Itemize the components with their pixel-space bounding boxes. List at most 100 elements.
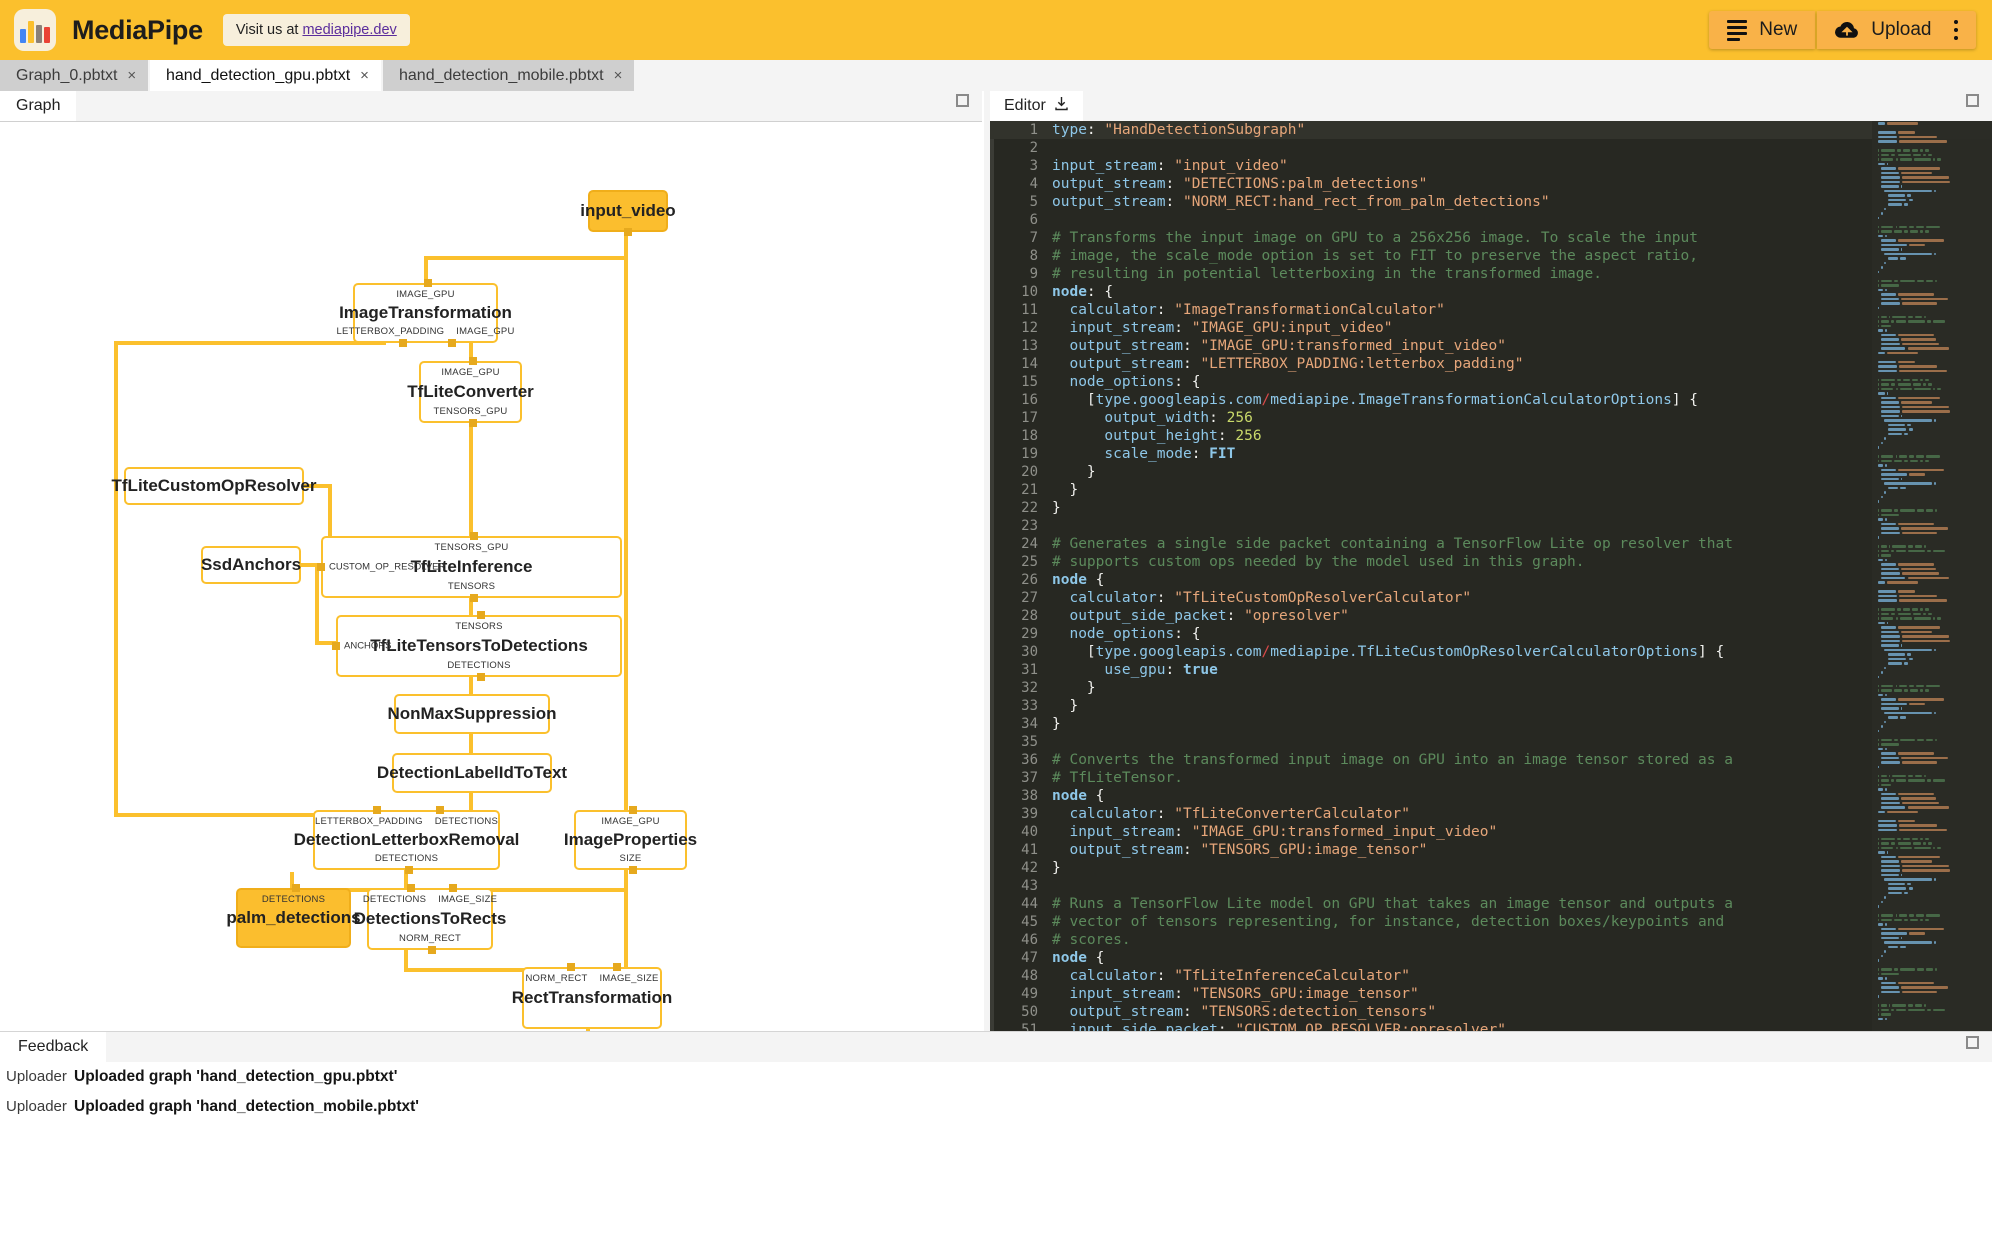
- minimap-token: [1881, 441, 1883, 445]
- new-button[interactable]: New: [1709, 11, 1816, 49]
- minimap-token: [1886, 351, 1918, 355]
- graph-node-rect_transformation[interactable]: NORM_RECT IMAGE_SIZE RectTransformation: [512, 963, 672, 1029]
- minimap-token: [1900, 644, 1903, 647]
- code-minimap[interactable]: [1872, 121, 1992, 1031]
- node-side-port-label: CUSTOM_OP_RESOLVER: [329, 561, 446, 573]
- graph-node-label: NonMaxSuppression: [387, 703, 557, 723]
- minimap-token: [1898, 365, 1937, 368]
- minimap-token: [1900, 509, 1916, 512]
- minimap-token: [1881, 315, 1887, 319]
- graph-node-tflite_tensors_to_detections[interactable]: TENSORS DETECTIONS ANCHORS TfLiteTensorsToD…: [332, 611, 622, 681]
- graph-node-ssd_anchors[interactable]: SsdAnchors: [201, 546, 301, 584]
- minimap-token: [1881, 567, 1899, 571]
- graph-node-detections_to_rects[interactable]: DETECTIONS IMAGE_SIZE NORM_RECT DetectionsT…: [354, 884, 506, 954]
- minimap-token: [1895, 158, 1899, 161]
- minimap-token: [1878, 608, 1880, 611]
- close-icon[interactable]: ×: [127, 68, 136, 83]
- minimap-token: [1898, 167, 1940, 170]
- minimap-token: [1878, 1008, 1880, 1012]
- graph-node-palm_detections[interactable]: DETECTIONS palm_detections: [226, 884, 361, 948]
- line-number: 28: [1021, 608, 1038, 624]
- graph-node-tflite_inference[interactable]: TENSORS_GPU TENSORS CUSTOM_OP_RESOLVER TfLi…: [317, 532, 622, 602]
- graph-node-detection_letterbox_removal[interactable]: LETTERBOX_PADDING DETECTIONS DETECTIONS Det…: [294, 806, 519, 874]
- tab-feedback[interactable]: Feedback: [0, 1032, 107, 1062]
- port-dot: [449, 884, 457, 892]
- code-line: 5 output_stream: "NORM_RECT:hand_rect_fro…: [990, 193, 1992, 211]
- minimap-token: [1878, 788, 1884, 791]
- graph-node-tflite_custom_op_resolver[interactable]: TfLiteCustomOpResolver: [112, 467, 317, 505]
- code-line: 2: [990, 139, 1992, 157]
- minimap-token: [1933, 320, 1946, 323]
- minimap-token: [1937, 617, 1942, 620]
- graph-node-non_max_suppression[interactable]: NonMaxSuppression: [387, 694, 557, 734]
- minimap-token: [1937, 387, 1942, 391]
- restore-square-icon[interactable]: [956, 94, 969, 107]
- code-line: 38 node {: [990, 787, 1992, 805]
- minimap-token: [1897, 153, 1911, 157]
- minimap-token: [1895, 617, 1899, 620]
- minimap-token: [1881, 774, 1887, 778]
- minimap-token: [1878, 851, 1885, 854]
- minimap-token: [1878, 599, 1897, 602]
- close-icon[interactable]: ×: [614, 68, 623, 83]
- graph-node-image_properties[interactable]: IMAGE_GPU SIZE ImageProperties: [564, 806, 697, 874]
- minimap-token: [1917, 738, 1924, 742]
- tab-graph[interactable]: Graph: [0, 91, 77, 121]
- minimap-token: [1900, 567, 1936, 571]
- file-tab-1[interactable]: hand_detection_gpu.pbtxt ×: [150, 60, 381, 91]
- minimap-token: [1881, 608, 1895, 611]
- minimap-token: [1878, 513, 1880, 517]
- minimap-token: [1878, 378, 1880, 382]
- more-options-icon[interactable]: [1953, 19, 1958, 41]
- minimap-token: [1925, 378, 1930, 382]
- code-editor[interactable]: 1 type: "HandDetectionSubgraph" 2 3 input_st…: [990, 121, 1992, 1031]
- graph-node-input_video[interactable]: input_video: [580, 190, 676, 232]
- line-number: 5: [1029, 194, 1038, 210]
- close-icon[interactable]: ×: [360, 68, 369, 83]
- minimap-token: [1878, 824, 1897, 827]
- minimap-token: [1904, 891, 1909, 895]
- file-tab-0[interactable]: Graph_0.pbtxt ×: [0, 60, 149, 91]
- graph-node-image_transformation[interactable]: IMAGE_GPU LETTERBOX_PADDING IMAGE_GPU Image…: [336, 279, 514, 347]
- minimap-token: [1891, 383, 1896, 386]
- graph-node-label: ImageProperties: [563, 829, 698, 849]
- code-text: # vector of tensors representing, for in…: [1052, 914, 1725, 930]
- line-number: 41: [1021, 842, 1038, 858]
- minimap-token: [1895, 914, 1897, 917]
- minimap-token: [1885, 693, 1887, 697]
- download-icon[interactable]: [1054, 96, 1069, 116]
- minimap-token: [1895, 846, 1899, 850]
- restore-square-icon[interactable]: [1966, 94, 1979, 107]
- graph-canvas[interactable]: input_video IMAGE_GPU LETTERBOX_PADDING IMA…: [0, 121, 982, 1031]
- minimap-token: [1881, 180, 1901, 184]
- graph-node-label: TfLiteConverter: [407, 381, 534, 401]
- restore-square-icon[interactable]: [1966, 1036, 1979, 1049]
- minimap-token: [1878, 918, 1880, 922]
- minimap-token: [1881, 176, 1901, 179]
- upload-button[interactable]: Upload: [1817, 11, 1976, 49]
- minimap-token: [1898, 468, 1944, 472]
- code-line: 8 # image, the scale_mode option is set t…: [990, 247, 1992, 265]
- minimap-token: [1881, 1013, 1891, 1016]
- file-tab-2[interactable]: hand_detection_mobile.pbtxt ×: [383, 60, 635, 91]
- graph-node-detection_label_id_to_text[interactable]: DetectionLabelIdToText: [377, 753, 567, 793]
- port-dot: [468, 419, 477, 427]
- line-number: 14: [1021, 356, 1038, 372]
- minimap-token: [1878, 162, 1885, 166]
- minimap-token: [1925, 738, 1933, 742]
- mediapipe-dev-link[interactable]: mediapipe.dev: [302, 22, 396, 38]
- line-number: 2: [1029, 140, 1038, 156]
- port-label: NORM_RECT: [525, 973, 588, 984]
- graph-node-tflite_converter[interactable]: IMAGE_GPU TENSORS_GPU TfLiteConverter: [407, 357, 534, 427]
- minimap-token: [1900, 257, 1906, 260]
- tab-editor[interactable]: Editor: [990, 91, 1083, 121]
- minimap-token: [1878, 360, 1896, 364]
- minimap-token: [1881, 752, 1897, 755]
- minimap-token: [1885, 234, 1887, 238]
- minimap-token: [1878, 383, 1880, 386]
- code-line: 20 }: [990, 463, 1992, 481]
- minimap-token: [1878, 774, 1880, 778]
- minimap-token: [1904, 432, 1909, 436]
- minimap-token: [1898, 225, 1907, 229]
- minimap-token: [1878, 149, 1880, 152]
